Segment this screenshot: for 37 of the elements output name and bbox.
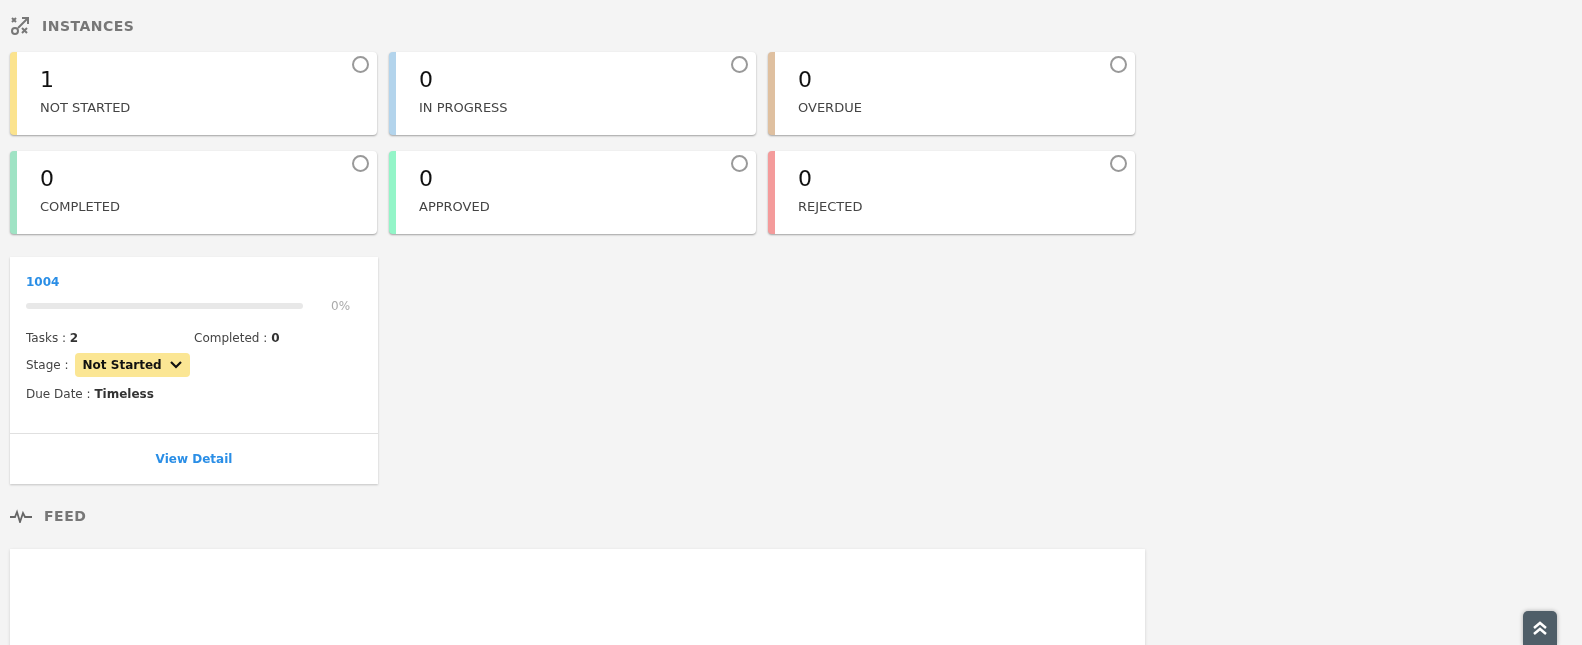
status-count: 0 [798,66,813,94]
status-card[interactable]: 0 COMPLETED [10,151,377,234]
radio-button[interactable] [731,155,748,172]
progress-percent: 0% [331,299,351,313]
status-card[interactable]: 0 IN PROGRESS [389,52,756,135]
status-count: 1 [40,66,55,94]
due-date-text: Due Date : Timeless [26,387,154,401]
status-card[interactable]: 0 OVERDUE [768,52,1135,135]
section-title: FEED [44,508,87,524]
status-count: 0 [419,165,434,193]
status-label: OVERDUE [798,100,863,115]
status-card[interactable]: 1 NOT STARTED [10,52,377,135]
completed-text: Completed : 0 [194,331,280,345]
status-card[interactable]: 0 APPROVED [389,151,756,234]
radio-button[interactable] [1110,56,1127,73]
scroll-top-button[interactable] [1523,611,1557,645]
section-title: INSTANCES [42,18,135,34]
pulse-icon [10,509,32,523]
status-label: REJECTED [798,199,864,214]
chevron-down-icon [169,361,182,369]
status-label: APPROVED [419,199,491,214]
status-count: 0 [798,165,813,193]
radio-button[interactable] [352,56,369,73]
radio-button[interactable] [352,155,369,172]
radio-button[interactable] [1110,155,1127,172]
status-card[interactable]: 0 REJECTED [768,151,1135,234]
status-count: 0 [40,165,55,193]
stage-label: Stage : [26,358,69,372]
status-label: COMPLETED [40,199,121,214]
status-label: NOT STARTED [40,100,132,115]
status-count: 0 [419,66,434,94]
stage-dropdown[interactable]: Not Started [74,353,190,377]
shuffle-icon [10,16,30,36]
double-chevron-up-icon [1532,620,1548,636]
tasks-text: Tasks : 2 [26,331,80,345]
radio-button[interactable] [731,56,748,73]
status-label: IN PROGRESS [419,100,509,115]
